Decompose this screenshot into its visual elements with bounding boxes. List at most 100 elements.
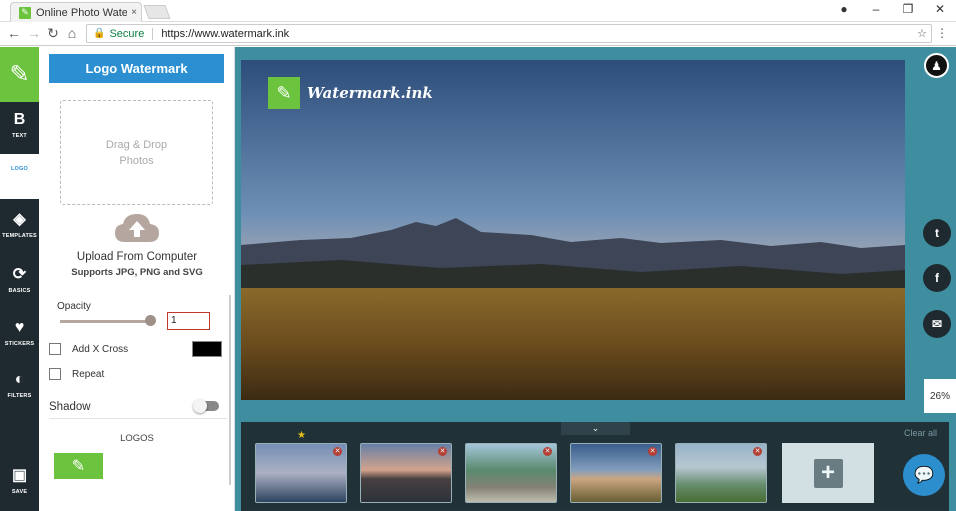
sidebar-item-label: TEMPLATES	[2, 233, 37, 239]
rotate-icon: ⟳	[12, 266, 27, 283]
chat-icon: 💬	[914, 467, 934, 484]
zoom-level[interactable]: 26%	[924, 379, 956, 413]
dropzone-text-line2: Photos	[119, 154, 154, 167]
remove-photo-icon[interactable]: ✕	[438, 447, 447, 456]
twitter-icon: t	[935, 226, 939, 240]
repeat-checkbox[interactable]	[49, 368, 61, 380]
photo-thumbnail[interactable]: ✕	[570, 443, 662, 503]
url-field[interactable]: 🔒 Secure https://www.watermark.ink ☆	[86, 24, 932, 43]
watermark-text: Watermark.ink	[307, 84, 433, 102]
new-tab-button[interactable]	[143, 5, 171, 19]
sidebar-item-label: BASICS	[8, 288, 31, 294]
browser-menu-icon[interactable]: ⋮	[936, 26, 948, 40]
tool-sidebar: ✎ B TEXT LOGO ◈ TEMPLATES ⟳ BASICS ♥ STI…	[0, 47, 39, 511]
cloud-upload-icon[interactable]	[113, 212, 161, 244]
photo-thumbnail[interactable]: ✕	[675, 443, 767, 503]
landscape-photo	[241, 60, 905, 400]
twitter-share-button[interactable]: t	[923, 219, 951, 247]
add-x-cross-row: Add X Cross	[49, 343, 128, 355]
editor-workspace: ✎ Watermark.ink ♟ t f ✉ 26% ⌄ Clear all …	[235, 47, 956, 511]
shadow-label: Shadow	[49, 401, 91, 413]
remove-photo-icon[interactable]: ✕	[543, 447, 552, 456]
toggle-knob	[193, 399, 207, 413]
panel-scrollbar[interactable]	[229, 295, 231, 485]
url-text: https://www.watermark.ink	[161, 27, 290, 40]
bold-b-icon: B	[13, 111, 26, 128]
plus-icon: +	[813, 458, 843, 488]
layers-icon: ◈	[13, 211, 26, 228]
dropzone-text-line1: Drag & Drop	[105, 138, 168, 151]
sidebar-item-label: SAVE	[11, 489, 28, 495]
bookmark-star-icon[interactable]: ☆	[917, 27, 927, 40]
repeat-row: Repeat	[49, 368, 104, 380]
watermark-favicon-icon: ✎	[19, 6, 31, 19]
watermark-overlay[interactable]: ✎ Watermark.ink	[268, 77, 433, 109]
account-icon[interactable]: ●	[828, 2, 860, 16]
user-avatar[interactable]: ♟	[924, 53, 949, 78]
minimize-icon[interactable]: –	[860, 2, 892, 16]
browser-tab[interactable]: ✎ Online Photo Watermark ×	[10, 2, 142, 22]
sidebar-item-filters[interactable]: ◐ FILTERS	[0, 371, 39, 399]
sidebar-item-save[interactable]: ▣ SAVE	[0, 467, 39, 495]
tab-close-icon[interactable]: ×	[127, 7, 141, 18]
opacity-label: Opacity	[57, 301, 91, 312]
chat-bubble-button[interactable]: 💬	[903, 454, 945, 496]
panel-title: Logo Watermark	[49, 54, 224, 83]
supported-formats-text: Supports JPG, PNG and SVG	[71, 267, 203, 278]
window-controls: ● – ❐ ✕	[828, 2, 956, 16]
logos-heading: LOGOS	[120, 433, 154, 444]
photo-thumbnail[interactable]: ✕	[255, 443, 347, 503]
add-photo-button[interactable]: +	[782, 443, 874, 503]
opacity-input[interactable]: 1	[167, 312, 210, 330]
save-disk-icon: ▣	[11, 467, 28, 484]
shadow-toggle[interactable]	[193, 399, 219, 413]
favorite-star-icon: ★	[297, 430, 306, 441]
remove-photo-icon[interactable]: ✕	[753, 447, 762, 456]
sidebar-item-templates[interactable]: ◈ TEMPLATES	[0, 211, 39, 239]
email-share-button[interactable]: ✉	[923, 310, 951, 338]
add-x-cross-checkbox[interactable]	[49, 343, 61, 355]
lock-icon: 🔒	[93, 28, 106, 39]
sidebar-item-stickers[interactable]: ♥ STICKERS	[0, 319, 39, 347]
app-root: ✎ B TEXT LOGO ◈ TEMPLATES ⟳ BASICS ♥ STI…	[0, 47, 956, 511]
opacity-slider-handle[interactable]	[145, 315, 156, 326]
photo-dropzone[interactable]: Drag & Drop Photos	[60, 100, 213, 205]
sidebar-item-label: FILTERS	[7, 393, 32, 399]
reload-icon[interactable]: ↻	[45, 25, 61, 42]
saved-logo-thumbnail[interactable]: ✎	[54, 453, 103, 479]
facebook-share-button[interactable]: f	[923, 264, 951, 292]
contrast-icon: ◐	[14, 371, 25, 388]
photo-canvas[interactable]: ✎ Watermark.ink	[241, 60, 905, 400]
quill-logo-icon: ✎	[268, 77, 300, 109]
brand-logo-icon: ✎	[0, 47, 39, 102]
heart-icon: ♥	[14, 319, 25, 336]
upload-from-computer-link[interactable]: Upload From Computer	[39, 251, 235, 263]
clear-all-button[interactable]: Clear all	[904, 428, 937, 438]
photo-thumbnail[interactable]: ✕	[465, 443, 557, 503]
email-icon: ✉	[931, 317, 943, 331]
remove-photo-icon[interactable]: ✕	[333, 447, 342, 456]
restore-icon[interactable]: ❐	[892, 2, 924, 16]
add-x-cross-label: Add X Cross	[72, 343, 129, 355]
secure-label: Secure	[109, 27, 154, 40]
sidebar-item-label: STICKERS	[4, 341, 35, 347]
sidebar-item-label: TEXT	[12, 133, 27, 139]
sidebar-item-label: LOGO	[11, 166, 28, 172]
opacity-slider-track[interactable]	[60, 320, 150, 323]
browser-tab-strip: ✎ Online Photo Watermark × ● – ❐ ✕	[0, 0, 956, 22]
close-window-icon[interactable]: ✕	[924, 2, 956, 16]
home-icon[interactable]: ⌂	[64, 25, 80, 41]
divider	[49, 418, 227, 419]
sidebar-item-text[interactable]: B TEXT	[0, 111, 39, 139]
sidebar-item-logo[interactable]: LOGO	[0, 154, 39, 199]
forward-arrow-icon[interactable]: →	[26, 25, 42, 41]
facebook-icon: f	[935, 271, 939, 285]
remove-photo-icon[interactable]: ✕	[648, 447, 657, 456]
tray-collapse-handle[interactable]: ⌄	[561, 422, 630, 435]
sidebar-item-basics[interactable]: ⟳ BASICS	[0, 266, 39, 294]
back-arrow-icon[interactable]: ←	[6, 25, 22, 41]
photo-thumbnail[interactable]: ✕	[360, 443, 452, 503]
cross-color-picker[interactable]	[192, 341, 222, 357]
address-bar: ← → ↻ ⌂ 🔒 Secure https://www.watermark.i…	[0, 22, 956, 46]
repeat-label: Repeat	[72, 368, 105, 380]
